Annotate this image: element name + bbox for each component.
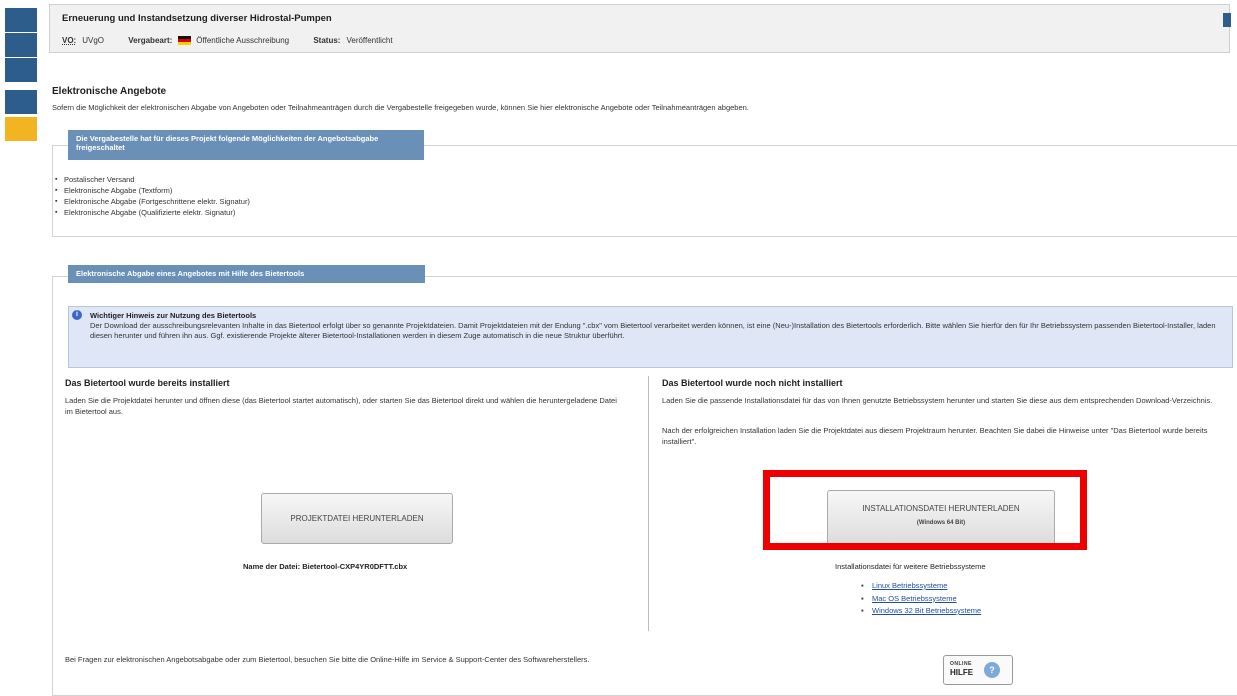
not-installed-text2: Nach der erfolgreichen Installation lade… — [662, 426, 1208, 446]
not-installed-text1: Laden Sie die passende Installationsdate… — [662, 396, 1213, 405]
filename-label: Name der Datei: — [243, 562, 301, 571]
nav-tile-3[interactable] — [5, 58, 37, 82]
status-label: Status: — [313, 36, 341, 45]
installed-title: Das Bietertool wurde bereits installiert — [65, 378, 230, 388]
nav-tile-2[interactable] — [5, 33, 37, 57]
german-flag-icon — [178, 36, 192, 45]
info-notice: i Wichtiger Hinweis zur Nutzung des Biet… — [68, 306, 1233, 368]
nav-tile-4[interactable] — [5, 90, 37, 114]
info-icon: i — [72, 310, 82, 320]
project-header: Erneuerung und Instandsetzung diverser H… — [49, 4, 1231, 53]
options-list: Postalischer Versand Elektronische Abgab… — [52, 174, 250, 218]
online-help-button[interactable]: ONLINE HILFE ? — [943, 655, 1013, 685]
notice-title: Wichtiger Hinweis zur Nutzung des Bieter… — [90, 311, 257, 320]
option-item: Postalischer Versand — [55, 174, 250, 185]
nav-tile-active[interactable] — [5, 117, 37, 141]
column-divider — [648, 376, 649, 631]
vo-value: UVgO — [82, 36, 105, 45]
download-project-button[interactable]: PROJEKTDATEI HERUNTERLADEN — [261, 493, 453, 544]
link-macos[interactable]: Mac OS Betriebssysteme — [872, 594, 957, 603]
help-people-icon: ? — [984, 662, 1000, 678]
other-os-links: Linux Betriebssysteme Mac OS Betriebssys… — [858, 580, 981, 618]
online-help-main: HILFE — [950, 668, 974, 677]
notice-text: Der Download der ausschreibungsrelevante… — [90, 321, 1216, 340]
link-linux[interactable]: Linux Betriebssysteme — [872, 581, 947, 590]
header-corner-button[interactable] — [1223, 13, 1231, 27]
section-title: Elektronische Angebote — [52, 86, 167, 97]
vergabeart-label: Vergabeart: — [128, 36, 173, 45]
option-item: Elektronische Abgabe (Qualifizierte elek… — [55, 207, 250, 218]
filename: Name der Datei: Bietertool-CXP4YR0DFTT.c… — [243, 562, 407, 571]
options-legend: Die Vergabestelle hat für dieses Projekt… — [68, 130, 424, 160]
help-text: Bei Fragen zur elektronischen Angebotsab… — [65, 655, 590, 664]
status-value: Veröffentlicht — [346, 36, 393, 45]
link-windows32[interactable]: Windows 32 Bit Betriebssysteme — [872, 606, 981, 615]
project-title: Erneuerung und Instandsetzung diverser H… — [62, 13, 332, 24]
online-help-top: ONLINE — [950, 661, 972, 667]
project-meta: VO: UVgO Vergabeart: Öffentliche Ausschrei… — [62, 36, 415, 45]
nav-tile-1[interactable] — [5, 8, 37, 32]
vo-label: VO: — [62, 36, 77, 45]
vergabeart-value: Öffentliche Ausschreibung — [196, 36, 290, 45]
not-installed-title: Das Bietertool wurde noch nicht installi… — [662, 378, 843, 388]
other-os-title: Installationsdatei für weitere Betriebss… — [835, 562, 986, 571]
installed-text: Laden Sie die Projektdatei herunter und … — [65, 396, 617, 416]
filename-value: Bietertool-CXP4YR0DFTT.cbx — [302, 562, 408, 571]
bietertool-legend: Elektronische Abgabe eines Angebotes mit… — [68, 265, 425, 283]
section-intro: Sofern die Möglichkeit der elektronische… — [52, 103, 749, 112]
highlight-box — [763, 470, 1087, 550]
option-item: Elektronische Abgabe (Textform) — [55, 185, 250, 196]
option-item: Elektronische Abgabe (Fortgeschrittene e… — [55, 196, 250, 207]
